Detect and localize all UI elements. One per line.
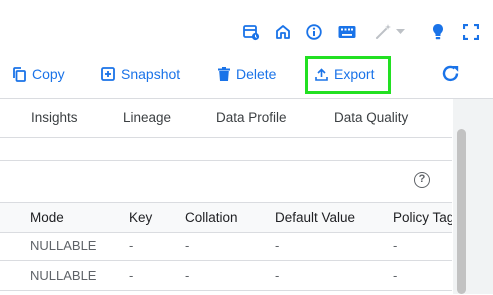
- tab-bar: Insights Lineage Data Profile Data Quali…: [0, 99, 452, 138]
- cell-policy-tags: -: [393, 268, 398, 283]
- tab-data-profile[interactable]: Data Profile: [216, 99, 287, 137]
- table-row: NULLABLE - - - -: [0, 261, 452, 291]
- cell-mode: NULLABLE: [30, 268, 97, 283]
- snapshot-label: Snapshot: [121, 66, 181, 82]
- dropdown-icon[interactable]: [396, 29, 405, 35]
- cell-default-value: -: [275, 238, 280, 253]
- copy-button[interactable]: Copy: [12, 50, 65, 98]
- tab-insights[interactable]: Insights: [31, 99, 78, 137]
- table-toolbar: Copy Snapshot Delete Export: [0, 50, 493, 99]
- delete-label: Delete: [236, 66, 277, 82]
- column-header-mode: Mode: [30, 210, 64, 225]
- cell-key: -: [129, 268, 134, 283]
- copy-icon: [13, 66, 26, 82]
- home-icon[interactable]: [275, 24, 291, 40]
- copy-label: Copy: [32, 66, 65, 82]
- keyboard-icon[interactable]: [338, 25, 356, 39]
- export-highlight-box: [305, 56, 391, 94]
- cell-mode: NULLABLE: [30, 238, 97, 253]
- info-icon[interactable]: [306, 24, 322, 40]
- trash-icon: [218, 67, 230, 81]
- lightbulb-icon[interactable]: [432, 23, 444, 41]
- help-icon[interactable]: ?: [414, 172, 430, 188]
- cell-key: -: [129, 238, 134, 253]
- snapshot-button[interactable]: Snapshot: [101, 50, 180, 98]
- column-header-policy-tags: Policy Tags: [393, 210, 452, 225]
- delete-button[interactable]: Delete: [218, 50, 276, 98]
- tab-lineage[interactable]: Lineage: [123, 99, 171, 137]
- magic-wand-icon[interactable]: [374, 23, 392, 41]
- table-header: Mode Key Collation Default Value Policy …: [0, 202, 452, 233]
- table-row: NULLABLE - - - -: [0, 231, 452, 261]
- cell-collation: -: [185, 238, 190, 253]
- vertical-scrollbar[interactable]: [453, 99, 493, 294]
- scrollbar-thumb[interactable]: [457, 129, 466, 294]
- snapshot-icon: [101, 67, 115, 81]
- tab-data-quality[interactable]: Data Quality: [334, 99, 408, 137]
- column-header-collation: Collation: [185, 210, 238, 225]
- fullscreen-icon[interactable]: [463, 24, 479, 40]
- column-header-default-value: Default Value: [275, 210, 356, 225]
- schedule-calendar-icon[interactable]: [243, 24, 260, 41]
- cell-default-value: -: [275, 268, 280, 283]
- top-icon-bar: [0, 0, 493, 50]
- column-header-key: Key: [129, 210, 153, 225]
- refresh-icon[interactable]: [441, 64, 461, 84]
- cell-policy-tags: -: [393, 238, 398, 253]
- cell-collation: -: [185, 268, 190, 283]
